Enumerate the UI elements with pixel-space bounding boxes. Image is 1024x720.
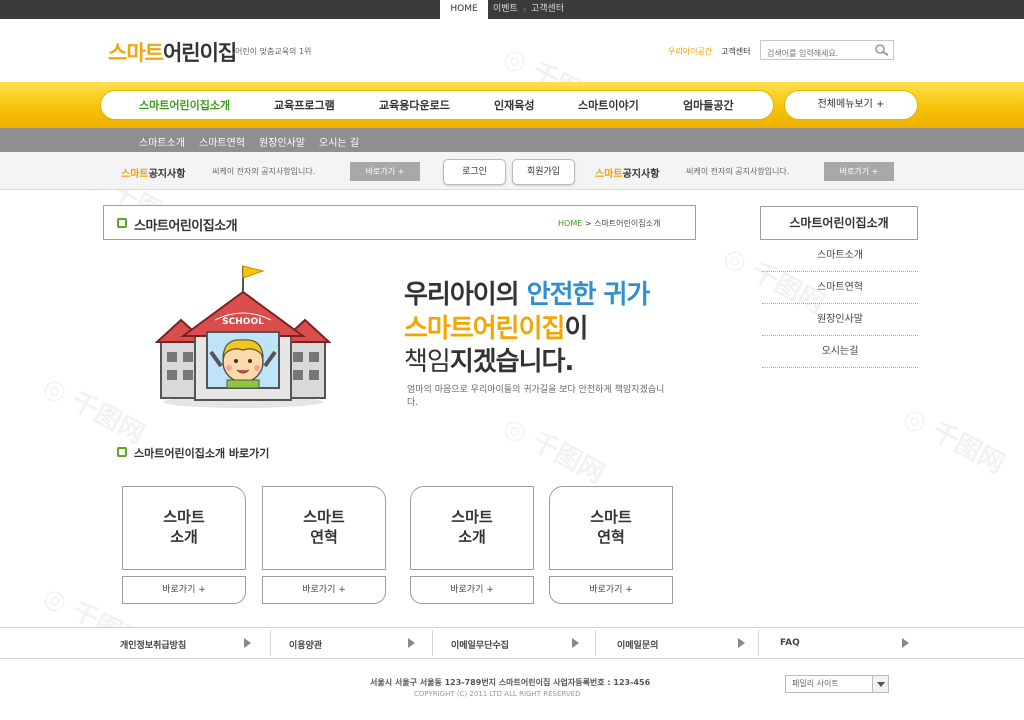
school-sign: SCHOOL <box>222 317 264 327</box>
top-utility-bar: HOME 이벤트 › 고객센터 <box>0 0 1024 19</box>
footer-link-email-inquiry[interactable]: 이메일문의 <box>617 638 658 651</box>
shortcut-go-button[interactable]: 바로가기 + <box>262 576 386 604</box>
notice-go-button[interactable]: 바로가기 + <box>350 162 420 181</box>
footer-link-terms[interactable]: 이용양관 <box>289 638 322 651</box>
top-home-link[interactable]: HOME <box>440 0 488 19</box>
hero-line-3: 책임지겠습니다. <box>404 347 574 377</box>
card-line-2: 연혁 <box>597 528 625 546</box>
login-button[interactable]: 로그인 <box>443 159 506 185</box>
shortcut-card-intro-2[interactable]: 스마트 소개 <box>410 486 534 570</box>
search-input[interactable] <box>761 44 865 63</box>
footer-divider <box>595 630 596 656</box>
hero-line-2: 스마트어린이집이 <box>404 314 588 344</box>
chevron-down-icon[interactable] <box>872 676 888 692</box>
watermark: ◎ 千图网 <box>898 401 1010 480</box>
footer-address: 서울시 서울구 서울동 123-789번지 스마트어린이집 사업자등록번호 : … <box>370 678 651 687</box>
shortcut-go-button[interactable]: 바로가기 + <box>410 576 534 604</box>
logo-orange: 스마트 <box>108 41 164 65</box>
footer-link-privacy[interactable]: 개인정보취급방침 <box>120 638 186 651</box>
card-line-2: 소개 <box>170 528 198 546</box>
breadcrumb-home[interactable]: HOME <box>558 219 582 228</box>
school-illustration: SCHOOL <box>155 265 331 408</box>
family-site-select[interactable]: 패밀리 사이트 <box>785 675 889 693</box>
logo-dark: 어린이집 <box>162 41 237 65</box>
shortcut-go-button[interactable]: 바로가기 + <box>122 576 246 604</box>
search-icon[interactable] <box>874 44 890 56</box>
notice-title: 스마트공지사항 <box>121 169 186 180</box>
side-item-intro[interactable]: 스마트소개 <box>762 240 918 272</box>
footer-divider <box>758 630 759 656</box>
arrow-right-icon <box>738 638 745 648</box>
card-line-1: 스마트 <box>590 508 632 526</box>
notice-text[interactable]: 씨케이 전자의 공지사항입니다. <box>212 166 315 177</box>
top-cs-link[interactable]: 고객센터 <box>531 0 564 19</box>
nav-item-download[interactable]: 교육용다운로드 <box>379 97 450 113</box>
square-bullet-icon <box>117 218 127 228</box>
square-bullet-icon <box>117 447 127 457</box>
family-site-label: 패밀리 사이트 <box>792 679 839 688</box>
arrow-right-icon <box>902 638 909 648</box>
hero-line-1: 우리아이의 안전한 귀가 <box>404 280 650 310</box>
arrow-right-icon <box>572 638 579 648</box>
card-line-1: 스마트 <box>303 508 345 526</box>
card-line-1: 스마트 <box>163 508 205 526</box>
notice-title-2: 스마트공지사항 <box>595 169 660 180</box>
arrow-right-icon <box>244 638 251 648</box>
watermark: ◎ 千图网 <box>498 411 610 490</box>
footer-link-faq[interactable]: FAQ <box>780 638 800 648</box>
notice-text-2[interactable]: 씨케이 전자의 공지사항입니다. <box>686 166 789 177</box>
top-separator: › <box>523 5 527 14</box>
shortcut-card-history[interactable]: 스마트 연혁 <box>262 486 386 570</box>
tagline: 어린이 맞춤교육의 1위 <box>235 47 312 56</box>
side-item-history[interactable]: 스마트연혁 <box>762 272 918 304</box>
side-item-directions[interactable]: 오시는길 <box>762 336 918 368</box>
footer-link-email-policy[interactable]: 이메일무단수집 <box>451 638 509 651</box>
footer-divider <box>432 630 433 656</box>
watermark: ◎ 千图网 <box>38 371 150 450</box>
shortcut-card-history-2[interactable]: 스마트 연혁 <box>549 486 673 570</box>
card-line-2: 연혁 <box>310 528 338 546</box>
subnav-item-history[interactable]: 스마트연혁 <box>199 134 245 149</box>
nav-item-program[interactable]: 교육프로그램 <box>274 97 335 113</box>
notice-go-button-2[interactable]: 바로가기 + <box>824 162 894 181</box>
side-item-greeting[interactable]: 원장인사말 <box>762 304 918 336</box>
subnav-item-greeting[interactable]: 원장인사말 <box>259 134 305 149</box>
shortcut-go-button[interactable]: 바로가기 + <box>549 576 673 604</box>
search-box <box>760 40 894 63</box>
site-logo[interactable]: 스마트어린이집 <box>108 37 237 67</box>
side-menu-title: 스마트어린이집소개 <box>760 206 918 240</box>
top-event-link[interactable]: 이벤트 <box>493 0 518 19</box>
footer-divider <box>270 630 271 656</box>
header-cs-link[interactable]: 고객센터 <box>721 46 750 57</box>
our-kids-link[interactable]: 우리아이공간 <box>668 46 712 57</box>
page-title: 스마트어린이집소개 <box>134 219 238 234</box>
subnav-item-intro[interactable]: 스마트소개 <box>139 134 185 149</box>
all-menu-button[interactable]: 전체메뉴보기 + <box>784 90 918 120</box>
breadcrumb: HOME > 스마트어린이집소개 <box>558 219 661 228</box>
nav-item-moms[interactable]: 엄마들공간 <box>683 97 734 113</box>
subnav-item-directions[interactable]: 오시는 길 <box>319 134 359 149</box>
nav-item-intro[interactable]: 스마트어린이집소개 <box>139 97 230 113</box>
hero-subtext: 엄마의 마음으로 우리아이들의 귀가길을 보다 안전하게 책임지겠습니다. <box>407 385 665 408</box>
join-button[interactable]: 회원가입 <box>512 159 575 185</box>
nav-item-story[interactable]: 스마트이야기 <box>578 97 639 113</box>
footer-copyright: COPYRIGHT (C) 2011 LTD ALL RIGHT RESERVE… <box>414 690 581 698</box>
nav-item-talent[interactable]: 인재육성 <box>494 97 534 113</box>
arrow-right-icon <box>408 638 415 648</box>
shortcut-card-intro[interactable]: 스마트 소개 <box>122 486 246 570</box>
card-line-2: 소개 <box>458 528 486 546</box>
shortcut-section-title: 스마트어린이집소개 바로가기 <box>134 447 270 460</box>
breadcrumb-current: 스마트어린이집소개 <box>594 219 661 228</box>
card-line-1: 스마트 <box>451 508 493 526</box>
